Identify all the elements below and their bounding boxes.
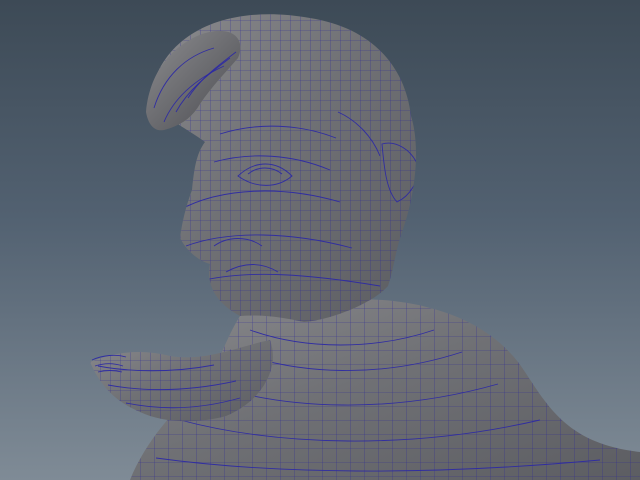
3d-viewport[interactable] bbox=[0, 0, 640, 480]
wireframe-character-head-icon[interactable] bbox=[0, 0, 640, 480]
